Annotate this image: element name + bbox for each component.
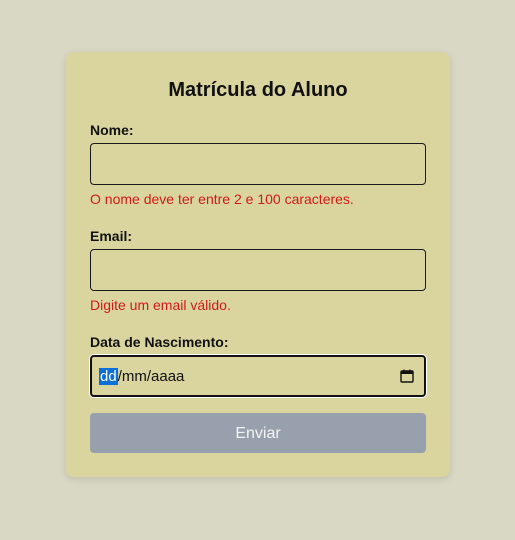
day-segment[interactable]: dd <box>99 367 118 385</box>
name-input[interactable] <box>90 143 426 185</box>
form-title: Matrícula do Aluno <box>168 79 348 101</box>
name-label: Nome: <box>90 122 134 138</box>
email-label: Email: <box>90 228 133 244</box>
submit-button[interactable]: Enviar <box>90 413 426 453</box>
month-year-segments[interactable]: /mm/aaaa <box>118 368 185 385</box>
calendar-icon[interactable] <box>400 369 414 383</box>
name-error-message: O nome deve ter entre 2 e 100 caracteres… <box>90 191 354 207</box>
birthdate-label: Data de Nascimento: <box>90 334 229 350</box>
email-error-message: Digite um email válido. <box>90 297 231 313</box>
enrollment-form-card: Matrícula do Aluno Nome: O nome deve ter… <box>66 52 450 477</box>
birthdate-input[interactable]: dd/mm/aaaa <box>90 355 426 397</box>
email-input[interactable] <box>90 249 426 291</box>
